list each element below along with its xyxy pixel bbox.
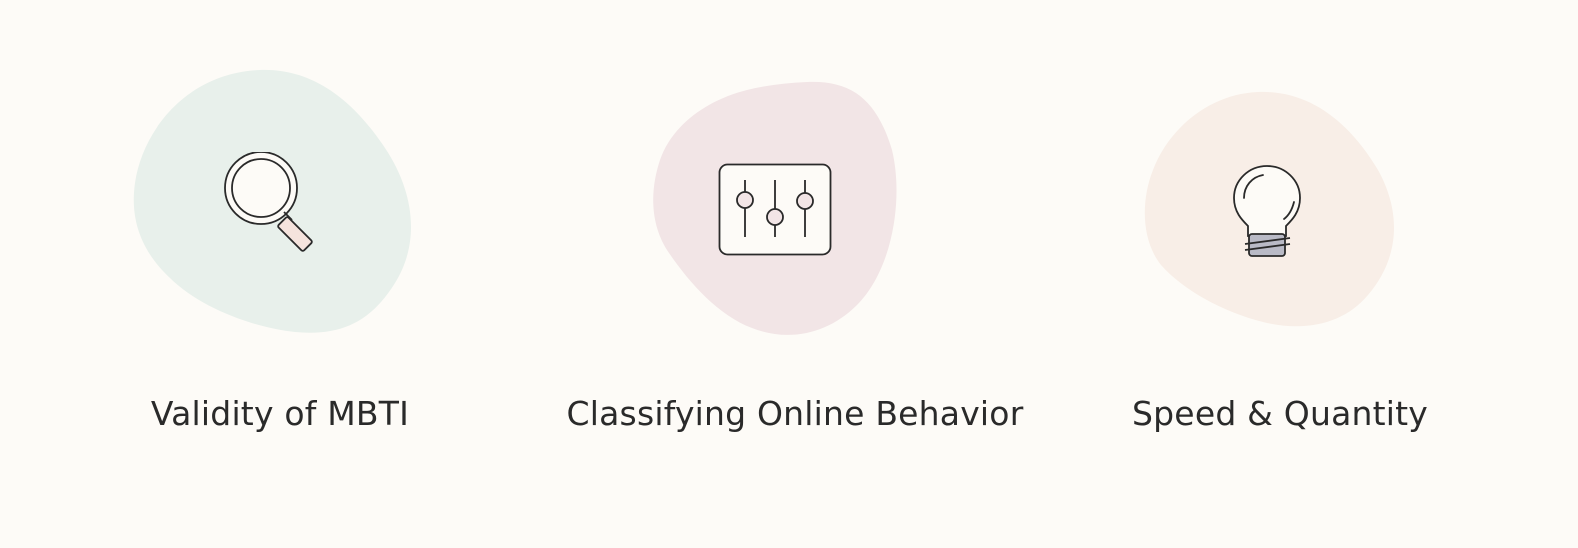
feature-title: Validity of MBTI xyxy=(150,394,410,433)
feature-title: Speed & Quantity xyxy=(1132,394,1428,433)
lightbulb-icon xyxy=(1233,165,1301,257)
sliders-panel-icon xyxy=(718,163,832,256)
feature-title: Classifying Online Behavior xyxy=(566,394,1024,433)
feature-card-validity: Validity of MBTI xyxy=(110,0,450,548)
feature-card-speed: Speed & Quantity xyxy=(1110,0,1450,548)
feature-card-classifying: Classifying Online Behavior xyxy=(560,0,1030,548)
magnifying-glass-icon xyxy=(224,152,313,252)
features-section: Validity of MBTI Classifying Online Beha… xyxy=(0,0,1578,548)
